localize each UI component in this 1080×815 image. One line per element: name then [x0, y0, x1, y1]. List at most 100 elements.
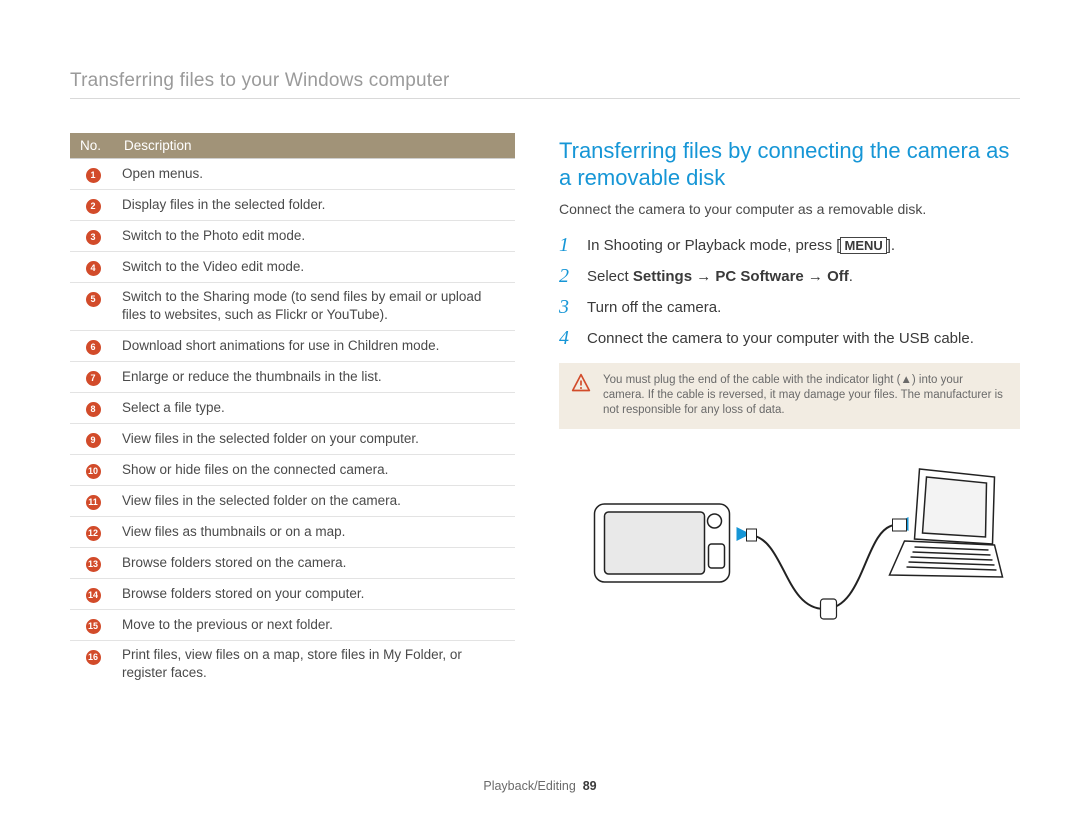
- row-number-cell: 5: [70, 283, 114, 331]
- number-badge: 11: [86, 495, 101, 510]
- number-badge: 7: [86, 371, 101, 386]
- table-row: 5 Switch to the Sharing mode (to send fil…: [70, 283, 515, 331]
- row-number-cell: 1: [70, 159, 114, 190]
- row-number-cell: 3: [70, 221, 114, 252]
- table-row: 13 Browse folders stored on the camera.: [70, 548, 515, 579]
- number-badge: 9: [86, 433, 101, 448]
- number-badge: 12: [86, 526, 101, 541]
- right-column: Transferring files by connecting the cam…: [559, 133, 1020, 688]
- row-number-cell: 7: [70, 362, 114, 393]
- row-description: Display files in the selected folder.: [114, 190, 515, 221]
- row-number-cell: 4: [70, 252, 114, 283]
- left-column: No. Description 1 Open menus. 2 Display fil…: [70, 133, 515, 688]
- two-column-layout: No. Description 1 Open menus. 2 Display fil…: [70, 133, 1020, 688]
- table-row: 6 Download short animations for use in Ch…: [70, 331, 515, 362]
- row-description: View files in the selected folder on you…: [114, 424, 515, 455]
- number-badge: 13: [86, 557, 101, 572]
- row-number-cell: 13: [70, 548, 114, 579]
- arrow-icon: →: [804, 268, 827, 285]
- table-row: 12View files as thumbnails or on a map.: [70, 517, 515, 548]
- row-number-cell: 9: [70, 424, 114, 455]
- step-number: 1: [559, 235, 573, 256]
- number-badge: 2: [86, 199, 101, 214]
- row-description: Download short animations for use in Chi…: [114, 331, 515, 362]
- number-badge: 15: [86, 619, 101, 634]
- number-badge: 4: [86, 261, 101, 276]
- number-badge: 6: [86, 340, 101, 355]
- step-text-post: ].: [887, 237, 895, 254]
- path-off: Off: [827, 268, 849, 285]
- table-row: 7 Enlarge or reduce the thumbnails in the…: [70, 362, 515, 393]
- row-description: Show or hide files on the connected came…: [114, 455, 515, 486]
- warning-text: You must plug the end of the cable with …: [603, 373, 1006, 418]
- table-row: 16 Print files, view files on a map, stor…: [70, 641, 515, 689]
- row-description: Select a file type.: [114, 393, 515, 424]
- step-2: 2 Select Settings → PC Software → Off.: [559, 266, 1020, 287]
- steps-list: 1 In Shooting or Playback mode, press [M…: [559, 235, 1020, 349]
- row-description: Enlarge or reduce the thumbnails in the …: [114, 362, 515, 393]
- step-number: 4: [559, 328, 573, 349]
- manual-page: Transferring files to your Windows compu…: [0, 0, 1080, 815]
- row-description: Open menus.: [114, 159, 515, 190]
- step-number: 2: [559, 266, 573, 287]
- footer-section: Playback/Editing: [483, 779, 575, 793]
- step-text: Connect the camera to your computer with…: [587, 328, 1020, 349]
- warning-note: You must plug the end of the cable with …: [559, 363, 1020, 429]
- arrow-icon: →: [692, 268, 715, 285]
- row-description: Switch to the Photo edit mode.: [114, 221, 515, 252]
- row-number-cell: 10: [70, 455, 114, 486]
- warning-icon: [571, 373, 591, 393]
- table-row: 2 Display files in the selected folder.: [70, 190, 515, 221]
- section-intro: Connect the camera to your computer as a…: [559, 201, 1020, 217]
- row-number-cell: 11: [70, 486, 114, 517]
- connection-illustration: [559, 449, 1020, 629]
- th-description: Description: [114, 133, 515, 159]
- row-number-cell: 2: [70, 190, 114, 221]
- row-description: Browse folders stored on your computer.: [114, 579, 515, 610]
- table-row: 10 Show or hide files on the connected ca…: [70, 455, 515, 486]
- step-select-label: Select: [587, 268, 633, 285]
- number-badge: 5: [86, 292, 101, 307]
- page-footer: Playback/Editing 89: [0, 779, 1080, 793]
- table-row: 4 Switch to the Video edit mode.: [70, 252, 515, 283]
- path-settings: Settings: [633, 268, 692, 285]
- step-text: Select Settings → PC Software → Off.: [587, 266, 1020, 287]
- step-text: Turn off the camera.: [587, 297, 1020, 318]
- row-number-cell: 15: [70, 610, 114, 641]
- table-row: 1 Open menus.: [70, 159, 515, 190]
- row-description: Browse folders stored on the camera.: [114, 548, 515, 579]
- th-no: No.: [70, 133, 114, 159]
- row-description: Print files, view files on a map, store …: [114, 641, 515, 689]
- step-text-pre: In Shooting or Playback mode, press [: [587, 237, 840, 254]
- number-badge: 3: [86, 230, 101, 245]
- step-4: 4 Connect the camera to your computer wi…: [559, 328, 1020, 349]
- step-end: .: [849, 268, 853, 285]
- section-heading: Transferring files by connecting the cam…: [559, 137, 1020, 191]
- table-row: 3 Switch to the Photo edit mode.: [70, 221, 515, 252]
- page-title: Transferring files to your Windows compu…: [70, 70, 1020, 99]
- row-description: Switch to the Video edit mode.: [114, 252, 515, 283]
- step-1: 1 In Shooting or Playback mode, press [M…: [559, 235, 1020, 256]
- row-description: Move to the previous or next folder.: [114, 610, 515, 641]
- table-row: 11 View files in the selected folder on t…: [70, 486, 515, 517]
- table-row: 15 Move to the previous or next folder.: [70, 610, 515, 641]
- page-number: 89: [583, 779, 597, 793]
- row-description: View files in the selected folder on the…: [114, 486, 515, 517]
- row-number-cell: 6: [70, 331, 114, 362]
- table-row: 8Select a file type.: [70, 393, 515, 424]
- path-pcsoftware: PC Software: [715, 268, 803, 285]
- number-badge: 1: [86, 168, 101, 183]
- row-number-cell: 14: [70, 579, 114, 610]
- step-number: 3: [559, 297, 573, 318]
- table-row: 9 View files in the selected folder on yo…: [70, 424, 515, 455]
- step-3: 3 Turn off the camera.: [559, 297, 1020, 318]
- number-badge: 10: [86, 464, 101, 479]
- row-number-cell: 12: [70, 517, 114, 548]
- number-badge: 16: [86, 650, 101, 665]
- row-number-cell: 16: [70, 641, 114, 689]
- table-row: 14Browse folders stored on your computer…: [70, 579, 515, 610]
- step-text: In Shooting or Playback mode, press [MEN…: [587, 235, 1020, 256]
- menu-key: MENU: [840, 237, 886, 254]
- row-description: Switch to the Sharing mode (to send file…: [114, 283, 515, 331]
- description-table: No. Description 1 Open menus. 2 Display fil…: [70, 133, 515, 688]
